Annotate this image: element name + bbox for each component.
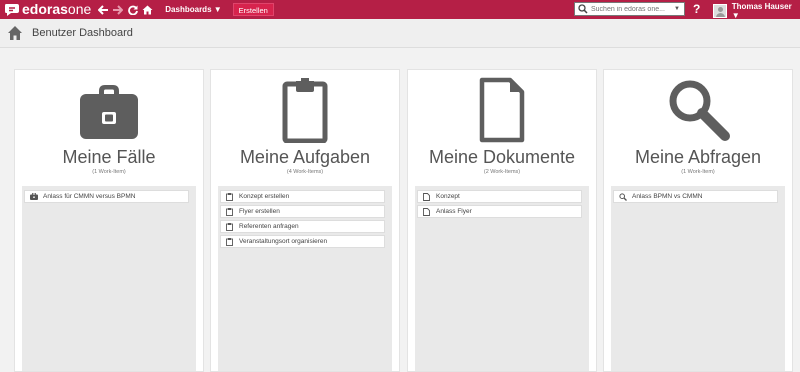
- search-icon: [618, 192, 627, 201]
- create-button[interactable]: Erstellen: [232, 3, 274, 16]
- card-title[interactable]: Meine Abfragen: [604, 147, 792, 168]
- refresh-icon[interactable]: [128, 5, 139, 15]
- card-count: (1 Work-Item): [681, 169, 715, 175]
- document-icon: [422, 207, 431, 216]
- list-item[interactable]: Konzept: [417, 190, 582, 203]
- list-item-label: Anlass BPMN vs CMMN: [632, 193, 703, 200]
- list-item[interactable]: Anlass BPMN vs CMMN: [613, 190, 778, 203]
- document-icon: [422, 192, 431, 201]
- search-box[interactable]: ▼: [574, 2, 685, 16]
- edoras-logo-icon: [5, 3, 19, 16]
- brand-name: edorasone: [22, 1, 92, 17]
- home-icon[interactable]: [7, 25, 23, 41]
- work-item-list: Anlass BPMN vs CMMN: [611, 186, 785, 371]
- magnifier-icon: [669, 80, 730, 141]
- clipboard-icon: [282, 78, 328, 143]
- dashboard-card-queries: Meine Abfragen (1 Work-Item) Anlass BPMN…: [603, 69, 793, 372]
- search-icon: [577, 3, 589, 15]
- dashboards-menu[interactable]: Dashboards ▼: [165, 0, 221, 19]
- list-item-label: Referenten anfragen: [239, 223, 299, 230]
- briefcase-icon: [80, 85, 138, 139]
- list-item[interactable]: Anlass Flyer: [417, 205, 582, 218]
- task-icon: [225, 192, 234, 201]
- document-icon: [479, 77, 525, 143]
- case-icon: [29, 192, 38, 201]
- card-title[interactable]: Meine Aufgaben: [211, 147, 399, 168]
- list-item-label: Anlass für CMMN versus BPMN: [43, 193, 136, 200]
- page-title: Benutzer Dashboard: [32, 27, 133, 39]
- forward-arrow-icon[interactable]: [112, 4, 124, 15]
- list-item-label: Veranstaltungsort organisieren: [239, 238, 328, 245]
- page-header: Benutzer Dashboard: [0, 19, 800, 48]
- card-title[interactable]: Meine Dokumente: [408, 147, 596, 168]
- help-button[interactable]: ?: [693, 0, 700, 19]
- list-item[interactable]: Veranstaltungsort organisieren: [220, 235, 385, 248]
- card-count: (2 Work-Items): [483, 169, 521, 175]
- user-name: Thomas Hauser ▼: [731, 2, 792, 20]
- dashboard-card-cases: Meine Fälle (1 Work-Item) Anlass für CMM…: [14, 69, 204, 372]
- work-item-list: Konzept Anlass Flyer: [415, 186, 589, 371]
- app-logo[interactable]: edorasone: [4, 0, 91, 19]
- user-menu[interactable]: Thomas Hauser ▼: [713, 2, 800, 20]
- list-item-label: Konzept erstellen: [239, 193, 290, 200]
- list-item[interactable]: Referenten anfragen: [220, 220, 385, 233]
- task-icon: [225, 222, 234, 231]
- card-title[interactable]: Meine Fälle: [15, 147, 203, 168]
- list-item[interactable]: Konzept erstellen: [220, 190, 385, 203]
- list-item[interactable]: Flyer erstellen: [220, 205, 385, 218]
- search-dropdown-icon[interactable]: ▼: [674, 6, 680, 12]
- card-count: (4 Work-Items): [286, 169, 324, 175]
- work-item-list: Anlass für CMMN versus BPMN: [22, 186, 196, 371]
- task-icon: [225, 237, 234, 246]
- work-item-list: Konzept erstellen Flyer erstellen Refere…: [218, 186, 392, 371]
- task-icon: [225, 207, 234, 216]
- dashboard-card-tasks: Meine Aufgaben (4 Work-Items) Konzept er…: [210, 69, 400, 372]
- back-arrow-icon[interactable]: [98, 4, 109, 15]
- dashboard-card-documents: Meine Dokumente (2 Work-Items) Konzept A…: [407, 69, 597, 372]
- list-item-label: Flyer erstellen: [239, 208, 280, 215]
- home-icon[interactable]: [142, 5, 153, 15]
- list-item-label: Anlass Flyer: [436, 208, 472, 215]
- avatar: [713, 4, 727, 18]
- search-input[interactable]: [591, 5, 671, 13]
- card-count: (1 Work-Item): [92, 169, 126, 175]
- list-item-label: Konzept: [436, 193, 460, 200]
- list-item[interactable]: Anlass für CMMN versus BPMN: [24, 190, 189, 203]
